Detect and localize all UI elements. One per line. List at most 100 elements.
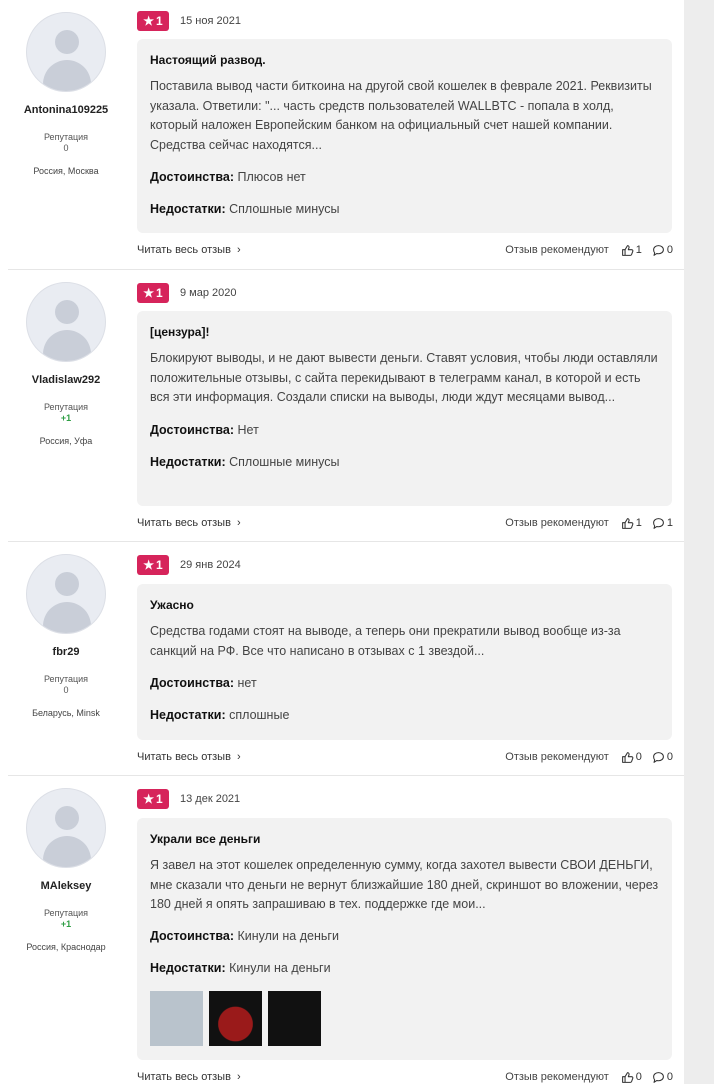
review-title[interactable]: Настоящий развод. xyxy=(150,53,659,67)
cons-row: Недостатки: Сплошные минусы xyxy=(150,200,659,218)
reputation-value: +1 xyxy=(60,919,72,929)
rating-badge: ★ 1 xyxy=(137,788,169,809)
avatar[interactable] xyxy=(26,12,106,92)
read-more-label: Читать весь отзыв xyxy=(137,751,231,763)
review-meta: ★ 1 15 ноя 2021 xyxy=(137,10,241,31)
review-card: fbr29 Репутация 0 Беларусь, Minsk ★ 1 29 … xyxy=(8,542,684,776)
comment-count: 1 xyxy=(666,517,673,529)
cons-row: Недостатки: Сплошные минусы xyxy=(150,453,659,471)
comment-icon xyxy=(652,517,664,529)
attachment-thumbnail[interactable] xyxy=(268,990,321,1046)
review-title[interactable]: [цензура]! xyxy=(150,325,659,339)
review-meta: ★ 1 9 мар 2020 xyxy=(137,282,237,303)
pros-label: Достоинства: xyxy=(150,422,235,437)
username[interactable]: Vladislaw292 xyxy=(8,374,124,386)
cons-label: Недостатки: xyxy=(150,960,226,975)
comment-button[interactable]: 0 xyxy=(652,1071,673,1084)
read-more-link[interactable]: Читать весь отзыв › xyxy=(137,517,241,529)
user-info: Vladislaw292 Репутация +1 Россия, Уфа xyxy=(8,270,124,446)
cons-label: Недостатки: xyxy=(150,454,226,469)
star-icon: ★ xyxy=(143,13,155,28)
avatar[interactable] xyxy=(26,282,106,362)
username[interactable]: MAleksey xyxy=(8,880,124,892)
review-text: Я завел на этот кошелек определенную сум… xyxy=(150,858,659,911)
star-icon: ★ xyxy=(143,557,155,572)
cons-label: Недостатки: xyxy=(150,202,226,216)
review-box: Ужасно Средства годами стоят на выводе, … xyxy=(137,584,672,740)
pros-row: Достоинства: Кинули на деньги xyxy=(150,927,659,945)
reviews-page: Antonina109225 Репутация 0 Россия, Москв… xyxy=(0,0,714,1084)
review-text: Средства годами стоят на выводе, а тепер… xyxy=(150,624,621,658)
chevron-right-icon: › xyxy=(236,1071,241,1083)
username[interactable]: Antonina109225 xyxy=(8,104,124,116)
pros-label: Достоинства: xyxy=(150,928,235,943)
attachment-thumbnail[interactable] xyxy=(209,990,262,1046)
thumbs-up-icon xyxy=(621,517,634,529)
cons-value: Кинули на деньги xyxy=(229,960,331,975)
cons-row: Недостатки: Кинули на деньги xyxy=(150,959,659,977)
comment-icon xyxy=(652,1071,664,1083)
rating-badge: ★ 1 xyxy=(137,554,169,575)
reputation-label: Репутация xyxy=(43,132,89,142)
avatar[interactable] xyxy=(26,788,106,868)
rating-value: 1 xyxy=(156,791,163,806)
read-more-link[interactable]: Читать весь отзыв › xyxy=(137,751,241,763)
comment-icon xyxy=(652,244,664,256)
pros-value: нет xyxy=(237,676,257,690)
like-count: 0 xyxy=(635,751,642,763)
review-text: Блокируют выводы, и не дают вывести день… xyxy=(150,351,658,404)
review-date: 13 дек 2021 xyxy=(180,792,241,805)
rating-value: 1 xyxy=(156,13,163,28)
comment-button[interactable]: 0 xyxy=(652,751,673,764)
review-date: 29 янв 2024 xyxy=(180,558,241,571)
rating-value: 1 xyxy=(156,557,163,572)
review-title[interactable]: Украли все деньги xyxy=(150,832,659,846)
review-date: 9 мар 2020 xyxy=(180,286,237,299)
reputation-label: Репутация xyxy=(43,674,89,684)
comment-button[interactable]: 1 xyxy=(652,517,673,530)
read-more-label: Читать весь отзыв xyxy=(137,244,231,256)
read-more-label: Читать весь отзыв xyxy=(137,1071,231,1083)
like-button[interactable]: 0 xyxy=(621,751,642,764)
comment-count: 0 xyxy=(666,751,673,763)
attachment-thumbnail[interactable] xyxy=(150,990,203,1046)
comment-count: 0 xyxy=(666,1071,673,1083)
username[interactable]: fbr29 xyxy=(8,646,124,658)
review-footer: Читать весь отзыв › Отзыв рекомендуют 0 0 xyxy=(137,1069,673,1084)
pros-label: Достоинства: xyxy=(150,676,235,690)
recommend-label: Отзыв рекомендуют xyxy=(505,1071,609,1083)
read-more-link[interactable]: Читать весь отзыв › xyxy=(137,1071,241,1083)
user-info: fbr29 Репутация 0 Беларусь, Minsk xyxy=(8,542,124,718)
read-more-label: Читать весь отзыв xyxy=(137,517,231,529)
review-meta: ★ 1 13 дек 2021 xyxy=(137,788,240,809)
comment-count: 0 xyxy=(666,244,673,256)
comment-button[interactable]: 0 xyxy=(652,244,673,257)
chevron-right-icon: › xyxy=(236,244,241,256)
review-meta: ★ 1 29 янв 2024 xyxy=(137,554,241,575)
review-title[interactable]: Ужасно xyxy=(150,598,659,612)
reputation-label: Репутация xyxy=(43,402,89,412)
scrollbar[interactable] xyxy=(684,0,714,1084)
review-text: Поставила вывод части биткоина на другой… xyxy=(150,79,652,152)
pros-label: Достоинства: xyxy=(150,170,235,184)
thumbs-up-icon xyxy=(621,751,634,763)
reputation-value: +1 xyxy=(60,413,72,423)
avatar[interactable] xyxy=(26,554,106,634)
like-button[interactable]: 1 xyxy=(621,517,642,530)
user-location: Беларусь, Minsk xyxy=(32,708,100,718)
user-info: Antonina109225 Репутация 0 Россия, Москв… xyxy=(8,0,124,176)
review-footer: Читать весь отзыв › Отзыв рекомендуют 1 0 xyxy=(137,242,673,258)
recommend-label: Отзыв рекомендуют xyxy=(505,517,609,529)
reputation-label: Репутация xyxy=(43,908,89,918)
rating-value: 1 xyxy=(156,285,163,300)
review-card: MAleksey Репутация +1 Россия, Краснодар … xyxy=(8,776,684,1084)
like-count: 1 xyxy=(635,517,642,529)
pros-row: Достоинства: Нет xyxy=(150,421,659,439)
user-location: Россия, Москва xyxy=(33,166,99,176)
cons-value: Сплошные минусы xyxy=(229,202,340,216)
review-card: Vladislaw292 Репутация +1 Россия, Уфа ★ 1… xyxy=(8,270,684,542)
like-button[interactable]: 0 xyxy=(621,1071,642,1084)
like-button[interactable]: 1 xyxy=(621,244,642,257)
read-more-link[interactable]: Читать весь отзыв › xyxy=(137,244,241,256)
review-footer: Читать весь отзыв › Отзыв рекомендуют 0 0 xyxy=(137,749,673,765)
